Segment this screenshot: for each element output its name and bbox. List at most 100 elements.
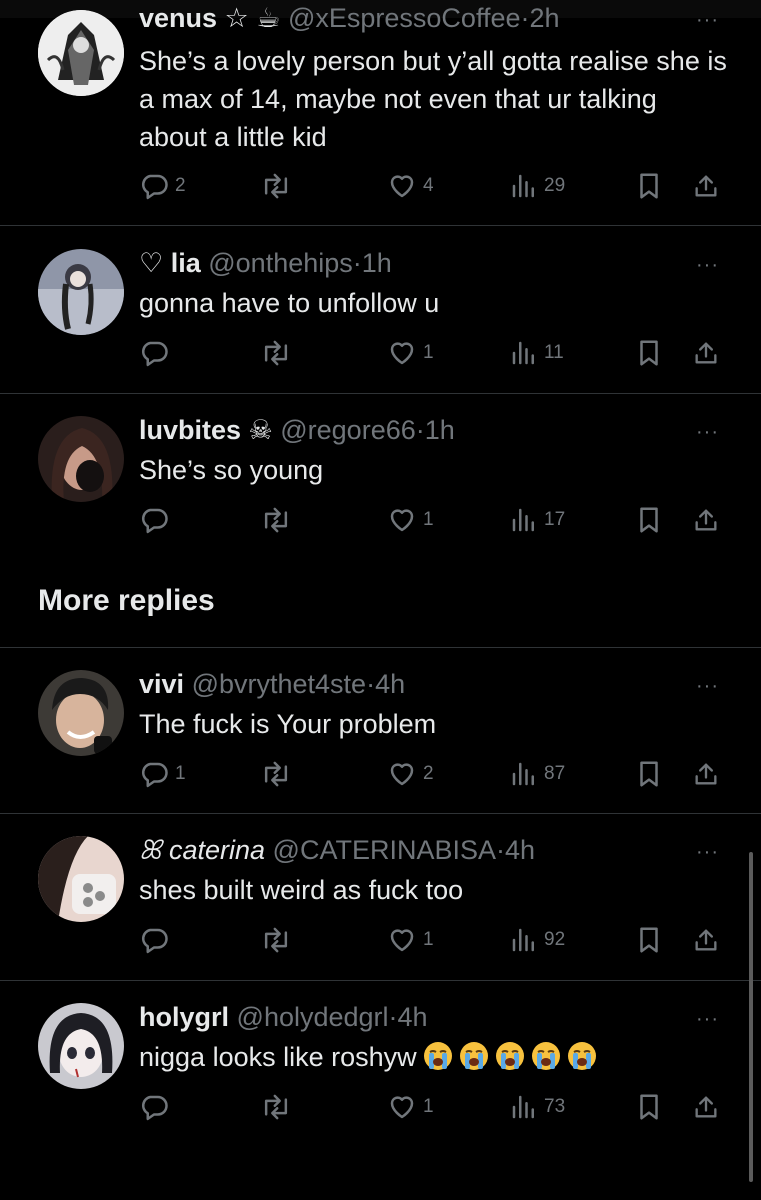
avatar[interactable] — [38, 670, 124, 756]
reply-tweet[interactable]: ꕤ caterina @CATERINABISA·4h ··· shes bui… — [0, 814, 761, 981]
share-button[interactable] — [692, 170, 720, 202]
display-name[interactable]: ꕤ caterina — [139, 835, 265, 865]
views-button[interactable]: 87 — [510, 758, 565, 790]
avatar[interactable] — [38, 836, 124, 922]
like-button[interactable]: 4 — [387, 170, 434, 202]
bookmark-button[interactable] — [636, 924, 662, 956]
timestamp[interactable]: 1h — [362, 248, 392, 278]
timestamp[interactable]: 4h — [375, 669, 405, 699]
avatar[interactable] — [38, 249, 124, 335]
avatar[interactable] — [38, 1003, 124, 1089]
display-name[interactable]: vivi — [139, 669, 184, 699]
views-button[interactable]: 29 — [510, 170, 565, 202]
user-handle[interactable]: @onthehips — [208, 248, 353, 278]
tweet-header: luvbites ☠ @regore66·1h — [139, 414, 455, 446]
more-options-icon[interactable]: ··· — [696, 1009, 719, 1029]
views-button[interactable]: 73 — [510, 1091, 565, 1123]
timestamp[interactable]: 1h — [425, 415, 455, 445]
share-button[interactable] — [692, 1091, 720, 1123]
like-button[interactable]: 1 — [387, 504, 434, 536]
heart-icon — [390, 929, 414, 952]
share-button[interactable] — [692, 758, 720, 790]
bookmark-icon — [640, 507, 658, 533]
reply-button[interactable] — [139, 924, 175, 956]
display-name[interactable]: ♡ lia — [139, 248, 201, 278]
reply-count: 2 — [175, 175, 186, 196]
display-name[interactable]: venus ☆ ☕ — [139, 3, 280, 33]
display-name[interactable]: luvbites ☠ — [139, 415, 273, 445]
like-count: 1 — [423, 509, 434, 530]
retweet-button[interactable] — [260, 504, 298, 536]
reply-tweet[interactable]: venus ☆ ☕ @xEspressoCoffee·2h ··· She’s … — [0, 0, 761, 226]
user-handle[interactable]: @CATERINABISA — [273, 835, 496, 865]
like-button[interactable]: 1 — [387, 924, 434, 956]
bookmark-button[interactable] — [636, 1091, 662, 1123]
retweet-button[interactable] — [260, 337, 298, 369]
view-count: 87 — [544, 763, 566, 784]
like-button[interactable]: 2 — [387, 758, 434, 790]
retweet-icon — [264, 1094, 288, 1120]
user-handle[interactable]: @regore66 — [280, 415, 416, 445]
reply-tweet[interactable]: ♡ lia @onthehips·1h ··· gonna have to un… — [0, 227, 761, 394]
more-options-icon[interactable]: ··· — [696, 255, 719, 275]
more-options-icon[interactable]: ··· — [696, 422, 719, 442]
view-count: 17 — [544, 509, 566, 530]
retweet-button[interactable] — [260, 924, 298, 956]
more-options-icon[interactable]: ··· — [696, 676, 719, 696]
user-handle[interactable]: @holydedgrl — [237, 1002, 389, 1032]
tweet-text: The fuck is Your problem — [139, 709, 437, 739]
share-button[interactable] — [692, 504, 720, 536]
avatar[interactable] — [38, 10, 124, 96]
reply-button[interactable]: 1 — [139, 758, 186, 790]
retweet-button[interactable] — [260, 758, 298, 790]
retweet-button[interactable] — [260, 170, 298, 202]
more-options-icon[interactable]: ··· — [696, 10, 719, 30]
retweet-icon — [264, 507, 288, 533]
reply-button[interactable] — [139, 337, 175, 369]
views-button[interactable]: 17 — [510, 504, 565, 536]
view-count: 92 — [544, 929, 566, 950]
like-button[interactable]: 1 — [387, 1091, 434, 1123]
bookmark-icon — [640, 340, 658, 366]
tweet-text: nigga looks like roshyw — [139, 1038, 729, 1076]
reply-tweet[interactable]: luvbites ☠ @regore66·1h ··· She’s so you… — [0, 394, 761, 560]
views-button[interactable]: 92 — [510, 924, 565, 956]
views-button[interactable]: 11 — [510, 337, 564, 369]
retweet-button[interactable] — [260, 1091, 298, 1123]
loudly-crying-face-icon — [423, 1042, 452, 1070]
tweet-header: ꕤ caterina @CATERINABISA·4h — [139, 834, 535, 866]
more-options-icon[interactable]: ··· — [696, 842, 719, 862]
tweet-text: She’s so young — [139, 455, 324, 485]
reply-button[interactable]: 2 — [139, 170, 186, 202]
reply-tweet[interactable]: holygrl @holydedgrl·4h ··· nigga looks l… — [0, 981, 761, 1200]
timestamp[interactable]: 4h — [398, 1002, 428, 1032]
tweet-text: gonna have to unfollow u — [139, 288, 440, 318]
retweet-icon — [264, 173, 288, 199]
display-name[interactable]: holygrl — [139, 1002, 229, 1032]
views-icon — [512, 1095, 534, 1119]
reply-icon — [141, 341, 168, 367]
bookmark-button[interactable] — [636, 758, 662, 790]
timestamp[interactable]: 4h — [505, 835, 535, 865]
bookmark-button[interactable] — [636, 337, 662, 369]
user-handle[interactable]: @bvrythet4ste — [192, 669, 367, 699]
bookmark-button[interactable] — [636, 170, 662, 202]
share-button[interactable] — [692, 924, 720, 956]
share-icon — [695, 509, 717, 531]
avatar[interactable] — [38, 416, 124, 502]
timestamp[interactable]: 2h — [530, 3, 560, 33]
reply-button[interactable] — [139, 1091, 175, 1123]
share-button[interactable] — [692, 337, 720, 369]
scrollbar[interactable] — [749, 852, 753, 1182]
loudly-crying-face-icon — [531, 1042, 560, 1070]
retweet-icon — [264, 340, 288, 366]
views-icon — [512, 508, 534, 532]
like-button[interactable]: 1 — [387, 337, 434, 369]
reply-tweet[interactable]: vivi @bvrythet4ste·4h ··· The fuck is Yo… — [0, 648, 761, 814]
bookmark-button[interactable] — [636, 504, 662, 536]
bookmark-icon — [640, 173, 658, 199]
reply-button[interactable] — [139, 504, 175, 536]
loudly-crying-face-icon — [567, 1042, 596, 1070]
bookmark-icon — [640, 1094, 658, 1120]
user-handle[interactable]: @xEspressoCoffee — [288, 3, 521, 33]
